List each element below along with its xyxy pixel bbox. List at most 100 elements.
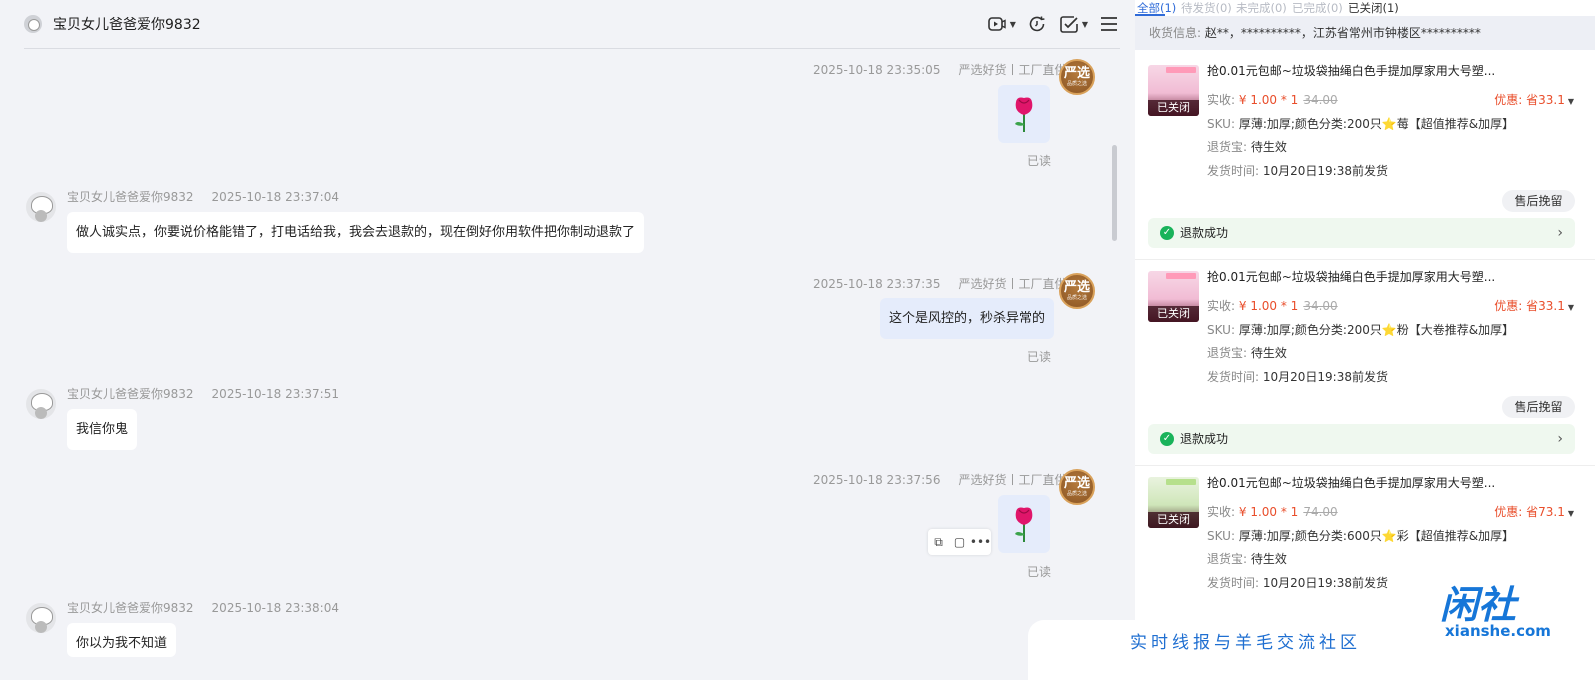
message-bubble[interactable]: 你以为我不知道 bbox=[67, 623, 177, 657]
discount[interactable]: 优惠: 省33.1 ▼ bbox=[1494, 91, 1574, 108]
order-card: 已关闭 抢0.01元包邮~垃圾袋抽绳白色手提加厚家用大号塑... 实收: ¥ 1… bbox=[1135, 55, 1595, 255]
aftersale-retain-button[interactable]: 售后挽留 bbox=[1502, 190, 1575, 212]
image-message[interactable] bbox=[998, 495, 1050, 553]
discount-text: 优惠: 省73.1 bbox=[1494, 505, 1565, 519]
closed-tag: 已关闭 bbox=[1148, 512, 1199, 528]
check-circle-icon: ✓ bbox=[1160, 432, 1174, 446]
chevron-down-icon: ▼ bbox=[1081, 19, 1088, 29]
user-avatar[interactable] bbox=[26, 192, 56, 222]
discount[interactable]: 优惠: 省33.1 ▼ bbox=[1494, 297, 1574, 314]
sku-value: 厚薄:加厚;颜色分类:600只⭐彩【超值推荐&加厚】 bbox=[1238, 529, 1515, 543]
product-title[interactable]: 抢0.01元包邮~垃圾袋抽绳白色手提加厚家用大号塑... bbox=[1207, 474, 1495, 491]
menu-button[interactable] bbox=[1098, 13, 1120, 35]
shop-avatar-subtext: 品质之选 bbox=[1066, 491, 1087, 497]
check-circle-icon: ✓ bbox=[1160, 226, 1174, 240]
history-button[interactable] bbox=[1026, 13, 1048, 35]
shop-avatar[interactable]: 严选 品质之选 bbox=[1059, 273, 1095, 309]
message-bubble[interactable]: 我信你鬼 bbox=[67, 409, 138, 450]
message-meta: 2025-10-18 23:35:05 严选好货丨工厂直供 bbox=[813, 61, 1066, 78]
tuihuobao-row: 退货宝: 待生效 bbox=[1207, 138, 1287, 155]
shipping-info: 收货信息: 赵**，**********，江苏省常州市钟楼区********** bbox=[1135, 16, 1595, 50]
closed-tag: 已关闭 bbox=[1148, 100, 1199, 116]
tab-pending-ship[interactable]: 待发货(0) bbox=[1181, 0, 1232, 16]
sku-value: 厚薄:加厚;颜色分类:200只⭐莓【超值推荐&加厚】 bbox=[1238, 117, 1515, 131]
product-thumbnail[interactable]: 已关闭 bbox=[1148, 271, 1199, 322]
message-time: 2025-10-18 23:37:35 bbox=[813, 277, 941, 291]
rose-icon bbox=[1015, 507, 1033, 542]
aftersale-retain-button[interactable]: 售后挽留 bbox=[1502, 396, 1575, 418]
tuihuobao-value: 待生效 bbox=[1250, 140, 1287, 154]
shop-avatar[interactable]: 严选 品质之选 bbox=[1059, 469, 1095, 505]
paid-price: ¥ 1.00 * 1 bbox=[1238, 505, 1299, 519]
read-status: 已读 bbox=[1027, 350, 1052, 364]
paid-label: 实收: bbox=[1207, 299, 1236, 313]
quote-icon[interactable]: ▢ bbox=[949, 529, 970, 555]
product-thumbnail[interactable]: 已关闭 bbox=[1148, 65, 1199, 116]
sku-label: SKU: bbox=[1207, 529, 1235, 543]
contact-avatar[interactable] bbox=[24, 15, 42, 33]
hamburger-icon bbox=[1101, 17, 1117, 31]
image-message[interactable] bbox=[998, 85, 1050, 143]
message-bubble[interactable]: 做人诚实点，你要说价格能错了，打电话给我，我会去退款的，现在倒好你用软件把你制动… bbox=[67, 212, 645, 253]
product-title[interactable]: 抢0.01元包邮~垃圾袋抽绳白色手提加厚家用大号塑... bbox=[1207, 62, 1495, 79]
discount[interactable]: 优惠: 省73.1 ▼ bbox=[1494, 503, 1574, 520]
message-time: 2025-10-18 23:37:04 bbox=[211, 190, 339, 204]
watermark-logo: 闲社 bbox=[1440, 582, 1517, 627]
video-button[interactable]: ▼ bbox=[986, 13, 1016, 35]
shop-avatar[interactable]: 严选 品质之选 bbox=[1059, 59, 1095, 95]
ship-time-label: 发货时间: bbox=[1207, 370, 1260, 384]
copy-icon[interactable]: ⧉ bbox=[928, 529, 949, 555]
shop-avatar-text: 严选 bbox=[1063, 66, 1090, 81]
paid-row: 实收: ¥ 1.00 * 1 74.00 bbox=[1207, 503, 1338, 520]
original-price: 34.00 bbox=[1303, 299, 1338, 313]
tab-completed[interactable]: 已完成(0) bbox=[1292, 0, 1343, 16]
message-time: 2025-10-18 23:37:51 bbox=[211, 387, 339, 401]
history-icon bbox=[1029, 16, 1045, 32]
refund-status-bar[interactable]: ✓ 退款成功 › bbox=[1148, 218, 1575, 248]
shipping-info-value: 赵**，**********，江苏省常州市钟楼区********** bbox=[1204, 26, 1481, 40]
read-status: 已读 bbox=[1027, 565, 1052, 579]
product-title[interactable]: 抢0.01元包邮~垃圾袋抽绳白色手提加厚家用大号塑... bbox=[1207, 268, 1495, 285]
task-button[interactable]: ▼ bbox=[1058, 13, 1088, 35]
chevron-down-icon: ▼ bbox=[1567, 97, 1574, 106]
message-meta: 2025-10-18 23:37:35 严选好货丨工厂直供 bbox=[813, 275, 1066, 292]
tuihuobao-row: 退货宝: 待生效 bbox=[1207, 550, 1287, 567]
message-meta: 宝贝女儿爸爸爱你9832 2025-10-18 23:37:04 bbox=[67, 188, 339, 205]
sku-value: 厚薄:加厚;颜色分类:200只⭐粉【大卷推荐&加厚】 bbox=[1238, 323, 1515, 337]
refund-status-bar[interactable]: ✓ 退款成功 › bbox=[1148, 424, 1575, 454]
tab-incomplete[interactable]: 未完成(0) bbox=[1236, 0, 1287, 16]
paid-row: 实收: ¥ 1.00 * 1 34.00 bbox=[1207, 91, 1338, 108]
divider bbox=[1135, 259, 1595, 260]
shop-avatar-subtext: 品质之选 bbox=[1066, 295, 1087, 301]
chevron-down-icon: ▼ bbox=[1567, 303, 1574, 312]
shop-avatar-text: 严选 bbox=[1063, 476, 1090, 491]
message-hover-toolbar: ⧉ ▢ ••• bbox=[928, 529, 991, 555]
user-avatar[interactable] bbox=[26, 603, 56, 633]
paid-label: 实收: bbox=[1207, 505, 1236, 519]
chat-scrollbar[interactable] bbox=[1112, 145, 1117, 241]
ship-time-label: 发货时间: bbox=[1207, 164, 1260, 178]
ship-time-row: 发货时间: 10月20日19:38前发货 bbox=[1207, 162, 1388, 179]
sku-row: SKU: 厚薄:加厚;颜色分类:200只⭐粉【大卷推荐&加厚】 bbox=[1207, 321, 1514, 338]
shop-name: 严选好货丨工厂直供 bbox=[958, 63, 1067, 77]
more-icon[interactable]: ••• bbox=[970, 529, 991, 555]
chevron-down-icon: ▼ bbox=[1009, 19, 1016, 29]
watermark-slogan: 实时线报与羊毛交流社区 bbox=[1130, 633, 1361, 653]
message-time: 2025-10-18 23:35:05 bbox=[813, 63, 941, 77]
divider bbox=[1135, 465, 1595, 466]
ship-time-value: 10月20日19:38前发货 bbox=[1262, 164, 1388, 178]
read-status: 已读 bbox=[1027, 154, 1052, 168]
original-price: 34.00 bbox=[1303, 93, 1338, 107]
ship-time-value: 10月20日19:38前发货 bbox=[1262, 370, 1388, 384]
order-card: 已关闭 抢0.01元包邮~垃圾袋抽绳白色手提加厚家用大号塑... 实收: ¥ 1… bbox=[1135, 261, 1595, 461]
tab-closed[interactable]: 已关闭(1) bbox=[1348, 0, 1399, 16]
tuihuobao-label: 退货宝: bbox=[1207, 552, 1248, 566]
closed-tag: 已关闭 bbox=[1148, 306, 1199, 322]
tuihuobao-row: 退货宝: 待生效 bbox=[1207, 344, 1287, 361]
tuihuobao-value: 待生效 bbox=[1250, 552, 1287, 566]
message-bubble[interactable]: 这个是风控的，秒杀异常的 bbox=[880, 298, 1055, 339]
shop-avatar-subtext: 品质之选 bbox=[1066, 81, 1087, 87]
user-avatar[interactable] bbox=[26, 389, 56, 419]
paid-price: ¥ 1.00 * 1 bbox=[1238, 93, 1299, 107]
product-thumbnail[interactable]: 已关闭 bbox=[1148, 477, 1199, 528]
